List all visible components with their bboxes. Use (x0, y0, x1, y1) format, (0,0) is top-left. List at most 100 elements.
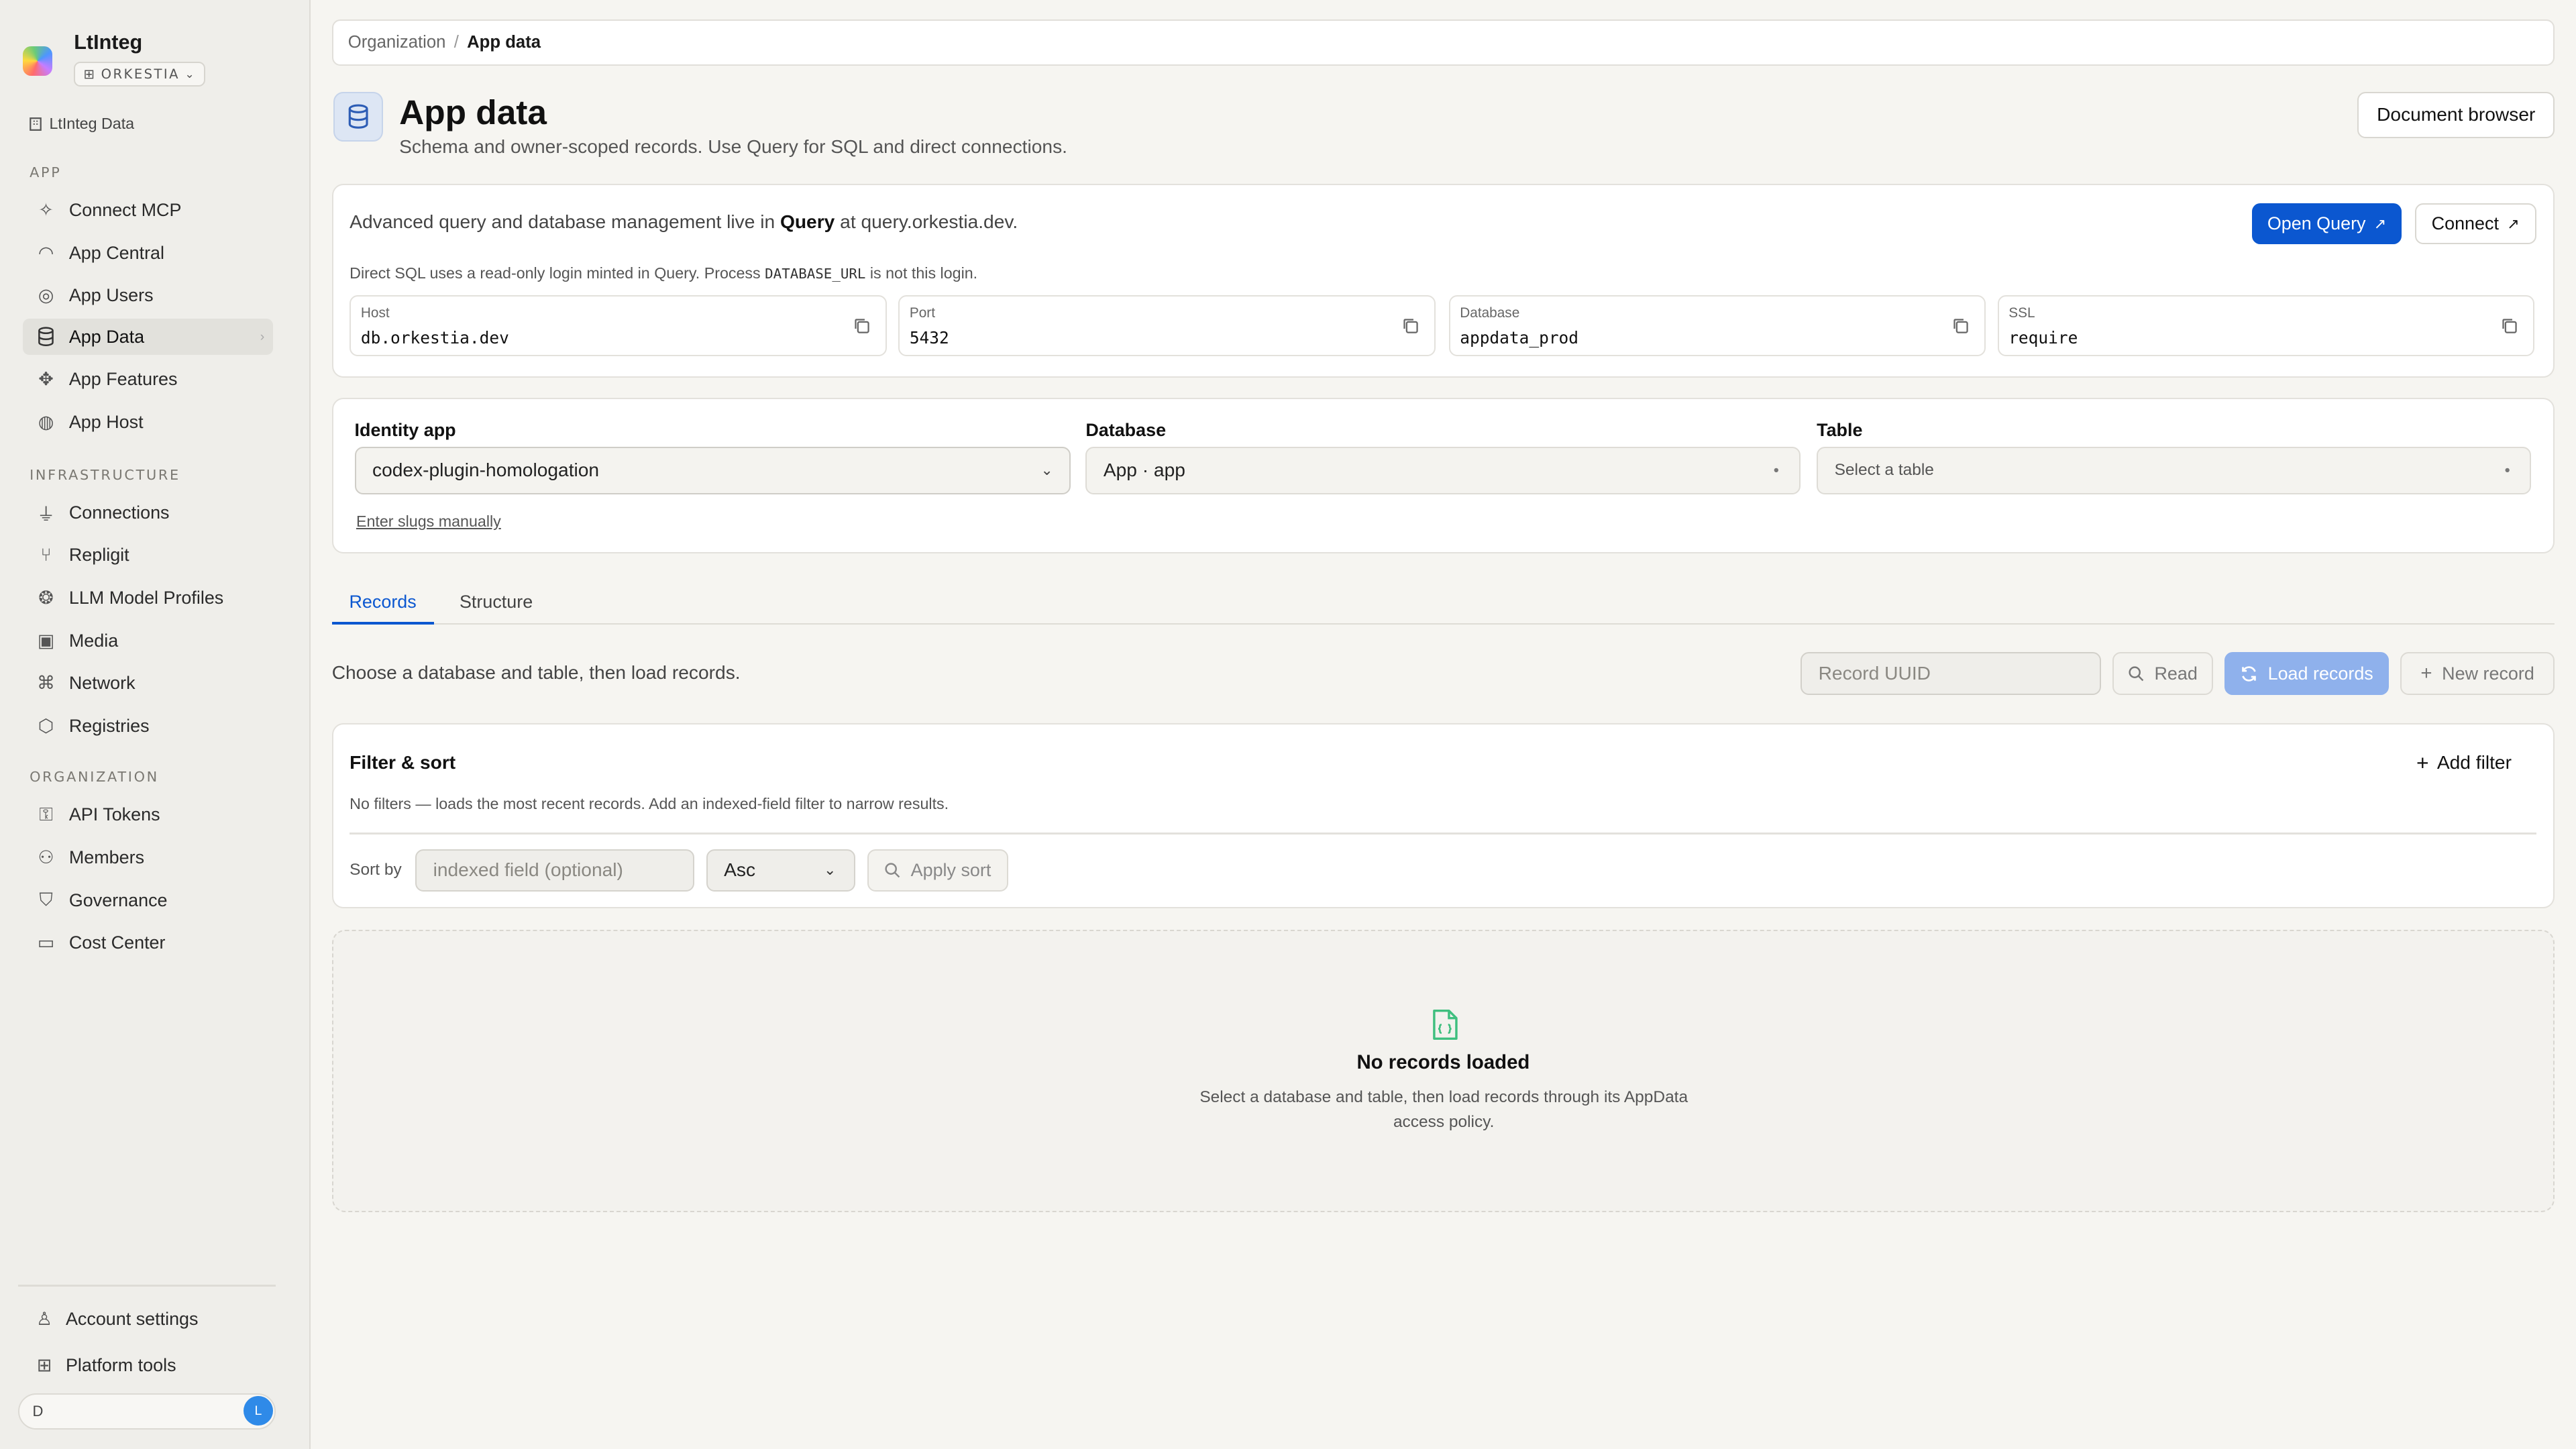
copy-icon[interactable] (1401, 317, 1419, 335)
fingerprint-icon: ◎ (38, 285, 54, 307)
connection-lead-query: Query (780, 211, 835, 233)
sidebar-item-app-users[interactable]: ◎ App Users (23, 278, 272, 314)
read-button[interactable]: Read (2112, 652, 2213, 695)
sidebar-item-app-data[interactable]: App Data › (23, 319, 273, 355)
sidebar-item-app-central[interactable]: ◠ App Central (23, 235, 272, 271)
section-label-app: APP (30, 164, 62, 180)
connection-note-code: DATABASE_URL (765, 265, 866, 282)
connection-lead-suffix: at query.orkestia.dev. (840, 211, 1018, 233)
empty-state: No records loaded Select a database and … (331, 930, 2555, 1213)
sort-field-input[interactable] (415, 849, 695, 892)
sidebar-item-llm-model-profiles[interactable]: ❂ LLM Model Profiles (23, 580, 272, 616)
sidebar-item-connect-mcp[interactable]: ✧ Connect MCP (23, 193, 272, 229)
identity-app-label: Identity app (354, 420, 456, 441)
file-json-icon (1432, 1010, 1458, 1040)
sidebar-item-label: Media (68, 630, 119, 651)
sort-order-select[interactable]: Asc ⌄ (706, 849, 856, 892)
tab-records[interactable]: Records (331, 583, 434, 625)
copy-icon[interactable] (1951, 317, 1970, 335)
connect-label: Connect (2431, 213, 2499, 234)
plug-icon: ⏚ (37, 504, 56, 525)
enter-slugs-manually-link[interactable]: Enter slugs manually (356, 513, 501, 531)
sidebar-item-label: LLM Model Profiles (68, 587, 224, 608)
git-branch-icon: ⑂ (40, 545, 52, 566)
sidebar-item-media[interactable]: ▣ Media (23, 623, 272, 659)
ssl-value: require (2008, 327, 2078, 347)
add-filter-button[interactable]: + Add filter (2416, 751, 2512, 775)
external-link-icon: ↗ (2507, 215, 2520, 232)
package-icon: ⬡ (38, 715, 54, 737)
sidebar-item-connections[interactable]: ⏚ Connections (23, 494, 272, 531)
user-icon: ♙ (36, 1309, 53, 1330)
tab-structure[interactable]: Structure (453, 583, 539, 624)
connection-lead: Advanced query and database management l… (350, 211, 1018, 233)
connection-note-suffix: is not this login. (869, 264, 978, 282)
search-icon (885, 863, 900, 878)
chevron-down-icon: ⌄ (184, 67, 197, 81)
external-link-icon: ↗ (2373, 215, 2387, 232)
sidebar-item-label: Registries (68, 715, 150, 736)
avatar[interactable]: L (243, 1396, 273, 1426)
sidebar-item-cost-center[interactable]: ▭ Cost Center (23, 925, 272, 961)
breadcrumb-organization[interactable]: Organization (348, 33, 446, 52)
record-uuid-input[interactable] (1801, 652, 2102, 695)
platform-tools-link[interactable]: ⊞ Platform tools (23, 1347, 269, 1383)
connection-lead-prefix: Advanced query and database management l… (350, 211, 775, 233)
sidebar-item-label: Cost Center (68, 932, 166, 953)
database-value: appdata_prod (1460, 327, 1579, 347)
account-settings-link[interactable]: ♙ Account settings (23, 1301, 269, 1338)
sidebar-item-label: Repligit (68, 545, 129, 566)
users-icon: ⚇ (38, 847, 54, 868)
apply-sort-button[interactable]: Apply sort (867, 849, 1009, 892)
port-value: 5432 (909, 327, 949, 347)
identity-app-select[interactable]: codex-plugin-homologation ⌄ (354, 446, 1071, 494)
section-label-infrastructure: INFRASTRUCTURE (30, 466, 180, 483)
gauge-icon: ◠ (38, 242, 54, 264)
chevron-down-icon: ● (1773, 465, 1780, 476)
database-select-value: App · app (1103, 460, 1185, 481)
brand[interactable]: LtInteg ⊞ ORKESTIA ⌄ (23, 30, 206, 87)
document-browser-button[interactable]: Document browser (2357, 92, 2555, 138)
sidebar-item-repligit[interactable]: ⑂ Repligit (23, 537, 272, 574)
open-query-label: Open Query (2267, 213, 2366, 234)
sidebar-item-members[interactable]: ⚇ Members (23, 839, 272, 875)
sidebar-item-label: App Data (68, 326, 145, 347)
sort-by-label: Sort by (350, 860, 402, 879)
sidebar-item-network[interactable]: ⌘ Network (23, 665, 272, 702)
user-initial: D (32, 1402, 44, 1419)
port-label: Port (909, 305, 935, 321)
tab-bar: Records Structure (331, 583, 2555, 625)
scope-card: Identity app codex-plugin-homologation ⌄… (331, 397, 2555, 554)
sidebar-item-app-host[interactable]: ◍ App Host (23, 404, 272, 440)
database-select-label: Database (1085, 420, 1167, 441)
scope-selector[interactable]: LtInteg Data (28, 115, 134, 133)
sidebar-item-app-features[interactable]: ✥ App Features (23, 362, 272, 398)
breadcrumb-separator: / (453, 33, 459, 52)
credit-card-icon: ▭ (37, 932, 55, 954)
sidebar-item-label: App Host (68, 411, 144, 432)
sidebar-item-governance[interactable]: ⛉ Governance (23, 882, 272, 918)
filter-divider (350, 833, 2536, 835)
new-record-button[interactable]: + New record (2400, 652, 2555, 695)
database-select[interactable]: App · app ● (1085, 446, 1801, 494)
table-select[interactable]: Select a table ● (1817, 446, 2532, 494)
puzzle-icon: ✥ (38, 369, 54, 390)
grid-icon: ⊞ (83, 66, 97, 83)
connect-button[interactable]: Connect ↗ (2414, 203, 2536, 245)
chevron-right-icon: › (260, 329, 265, 344)
port-field: Port 5432 (898, 295, 1436, 356)
load-records-button[interactable]: Load records (2224, 652, 2389, 695)
org-switcher[interactable]: ⊞ ORKESTIA ⌄ (74, 62, 206, 87)
image-icon: ▣ (37, 630, 55, 651)
copy-icon[interactable] (853, 317, 871, 335)
copy-icon[interactable] (2500, 317, 2518, 335)
chevron-down-icon: ⌄ (1040, 462, 1053, 479)
org-name: ORKESTIA (101, 66, 180, 83)
database-icon (23, 327, 69, 347)
scope-name: LtInteg Data (49, 115, 135, 133)
user-menu[interactable]: D L (17, 1393, 276, 1430)
account-settings-label: Account settings (65, 1309, 199, 1330)
sidebar-item-registries[interactable]: ⬡ Registries (23, 708, 272, 745)
sidebar-item-api-tokens[interactable]: ⚿ API Tokens (23, 797, 272, 833)
open-query-button[interactable]: Open Query ↗ (2252, 203, 2402, 245)
